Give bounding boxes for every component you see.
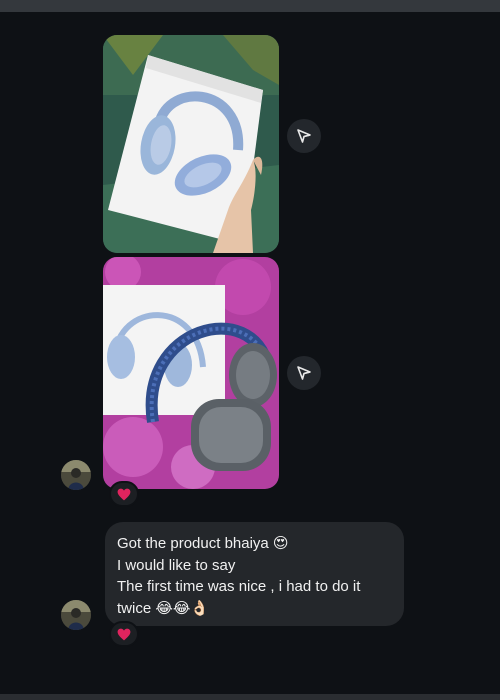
text-message-bubble[interactable]: Got the product bhaiya 😍 I would like to… bbox=[105, 522, 404, 626]
avatar-image bbox=[61, 600, 91, 630]
avatar-image bbox=[61, 460, 91, 490]
message-line: I would like to say bbox=[117, 556, 236, 574]
message-line: The first time was nice , i had to do it bbox=[117, 578, 361, 595]
status-strip bbox=[0, 0, 500, 12]
share-photo-button[interactable] bbox=[287, 356, 321, 390]
share-photo-button[interactable] bbox=[287, 119, 321, 153]
sender-avatar[interactable] bbox=[61, 600, 91, 630]
send-arrow-icon bbox=[297, 129, 311, 143]
heart-icon bbox=[117, 628, 131, 640]
photo-message-headphones-box[interactable] bbox=[103, 35, 279, 253]
headphones-unboxed-photo bbox=[103, 257, 279, 489]
bottom-strip bbox=[0, 694, 500, 700]
send-arrow-icon bbox=[297, 366, 311, 380]
heart-icon bbox=[117, 488, 131, 500]
message-line: twice 😂😂👌🏻 bbox=[117, 599, 210, 617]
photo-message-headphones-unboxed[interactable] bbox=[103, 257, 279, 489]
heart-reaction[interactable] bbox=[109, 621, 139, 647]
sender-avatar[interactable] bbox=[61, 460, 91, 490]
heart-reaction[interactable] bbox=[109, 481, 139, 507]
message-line: Got the product bhaiya 😍 bbox=[117, 535, 289, 552]
headphones-box-photo bbox=[103, 35, 279, 253]
